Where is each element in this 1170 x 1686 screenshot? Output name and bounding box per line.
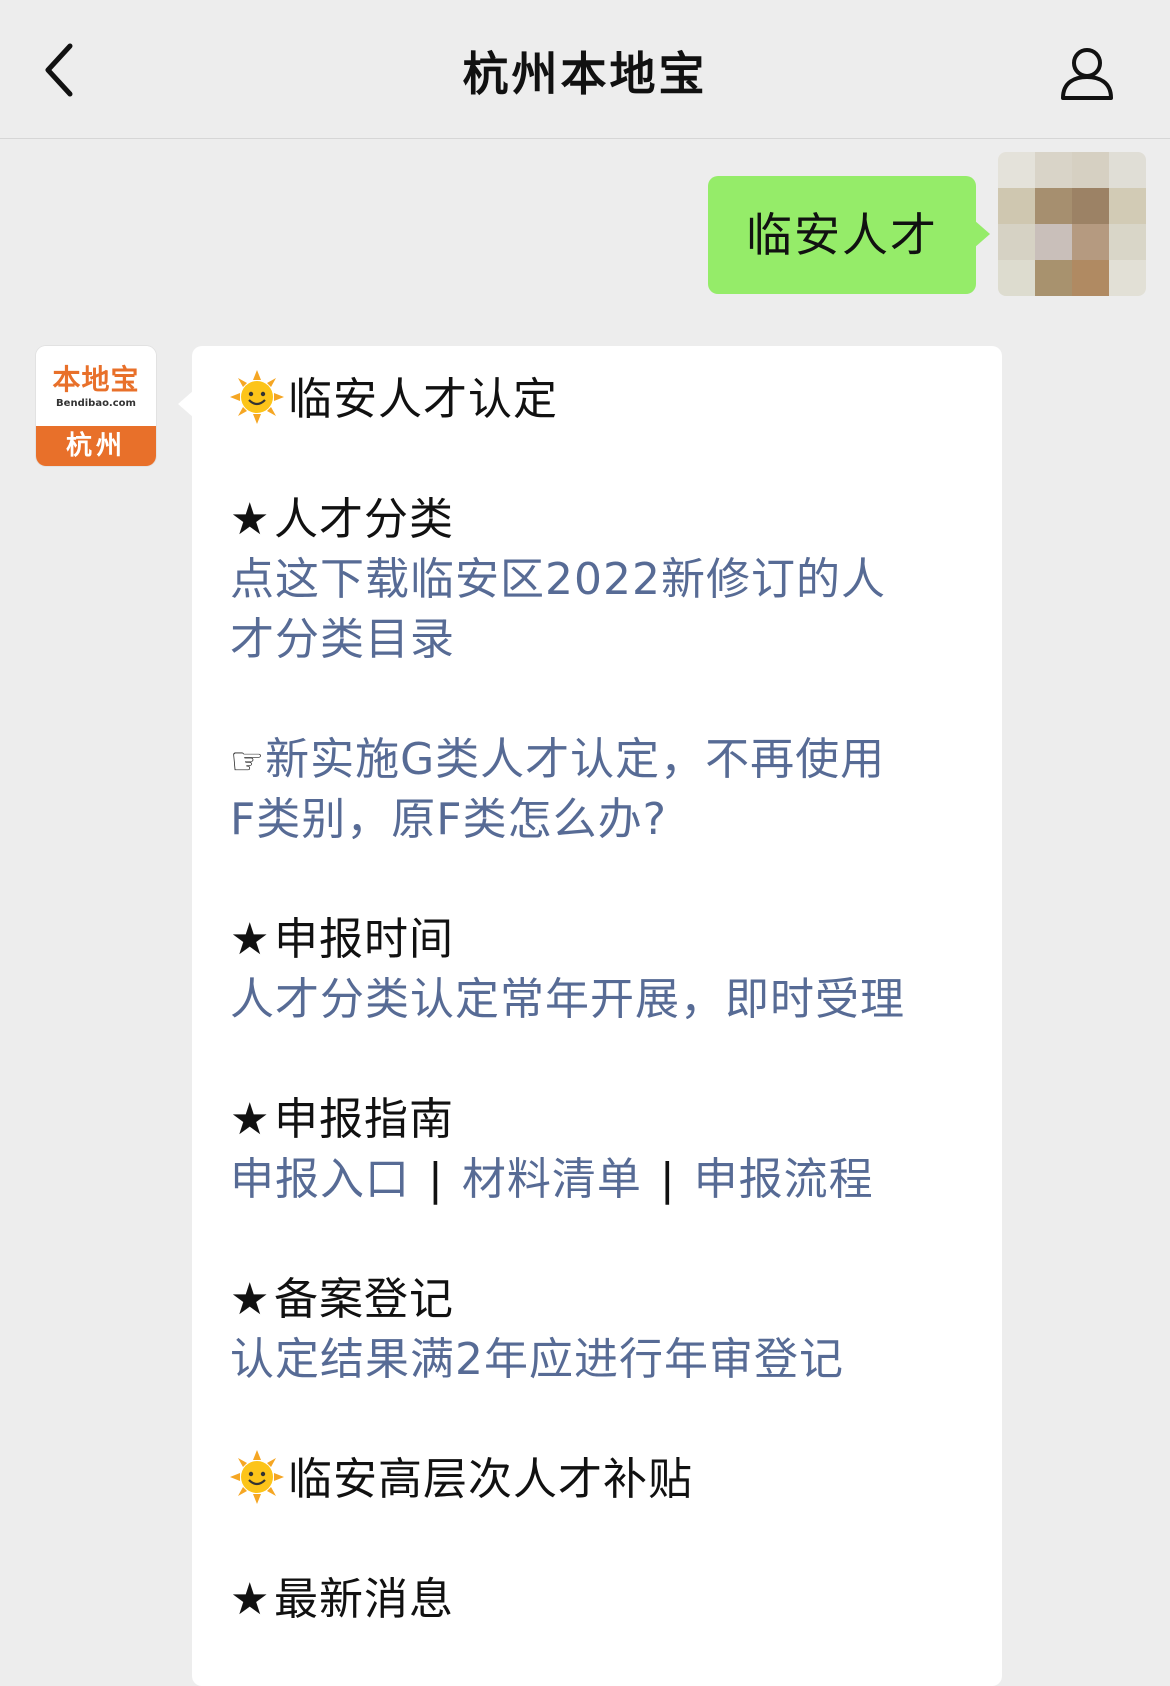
logo-city: 杭州	[36, 426, 156, 466]
user-profile-icon[interactable]	[1058, 44, 1116, 102]
user-avatar[interactable]	[998, 152, 1146, 296]
g-class-notice-line1[interactable]: ☞新实施G类人才认定，不再使用	[230, 730, 970, 790]
bendibao-avatar[interactable]: 本地宝 Bendibao.com 杭州	[36, 346, 156, 466]
logo-top: 本地宝 Bendibao.com	[36, 346, 156, 426]
star-icon: ★	[230, 914, 271, 965]
heading-text: 备案登记	[274, 1274, 454, 1325]
link-g-class-line2[interactable]: F类别，原F类怎么办?	[230, 790, 970, 850]
heading-apply-time: ★申报时间	[230, 910, 970, 970]
link-talent-catalog-line1[interactable]: 点这下载临安区2022新修订的人	[230, 550, 970, 610]
link-g-class[interactable]: 新实施G类人才认定，不再使用	[265, 734, 885, 785]
heading-latest-news: ★最新消息	[230, 1570, 970, 1630]
sun-emoji-icon	[230, 370, 284, 424]
logo-brand: 本地宝	[52, 363, 140, 396]
section-title-talent-recognition: 临安人才认定	[230, 370, 970, 430]
star-icon: ★	[230, 1274, 271, 1325]
heading-text: 最新消息	[274, 1574, 454, 1625]
link-materials-list[interactable]: 材料清单	[462, 1154, 642, 1205]
separator: |	[428, 1154, 444, 1205]
bot-reply-bubble: 临安人才认定 ★人才分类 点这下载临安区2022新修订的人 才分类目录 ☞新实施…	[178, 346, 1002, 1686]
star-icon: ★	[230, 494, 271, 545]
reply-content: 临安人才认定 ★人才分类 点这下载临安区2022新修订的人 才分类目录 ☞新实施…	[230, 370, 970, 1630]
section-title-text: 临安高层次人才补贴	[288, 1454, 693, 1505]
section-title-subsidy: 临安高层次人才补贴	[230, 1450, 970, 1510]
logo-domain: Bendibao.com	[56, 398, 136, 409]
link-apply-process[interactable]: 申报流程	[694, 1154, 874, 1205]
link-apply-time[interactable]: 人才分类认定常年开展，即时受理	[230, 970, 970, 1030]
heading-apply-guide: ★申报指南	[230, 1090, 970, 1150]
guide-links-row: 申报入口 | 材料清单 | 申报流程	[230, 1150, 970, 1210]
nav-bar: 杭州本地宝	[0, 0, 1170, 139]
sun-emoji-icon	[230, 1450, 284, 1504]
user-message-bubble[interactable]: 临安人才	[708, 176, 990, 294]
heading-text: 申报时间	[274, 914, 454, 965]
link-annual-review[interactable]: 认定结果满2年应进行年审登记	[230, 1330, 970, 1390]
star-icon: ★	[230, 1094, 271, 1145]
pointing-hand-icon: ☞	[230, 739, 266, 783]
heading-talent-class: ★人才分类	[230, 490, 970, 550]
heading-record-registration: ★备案登记	[230, 1270, 970, 1330]
link-apply-entry[interactable]: 申报入口	[230, 1154, 410, 1205]
heading-text: 人才分类	[274, 494, 454, 545]
separator: |	[659, 1154, 676, 1205]
section-title-text: 临安人才认定	[288, 374, 558, 425]
link-talent-catalog-line2[interactable]: 才分类目录	[230, 610, 970, 670]
heading-text: 申报指南	[274, 1094, 454, 1145]
star-icon: ★	[230, 1574, 271, 1625]
chat-title: 杭州本地宝	[462, 47, 708, 101]
